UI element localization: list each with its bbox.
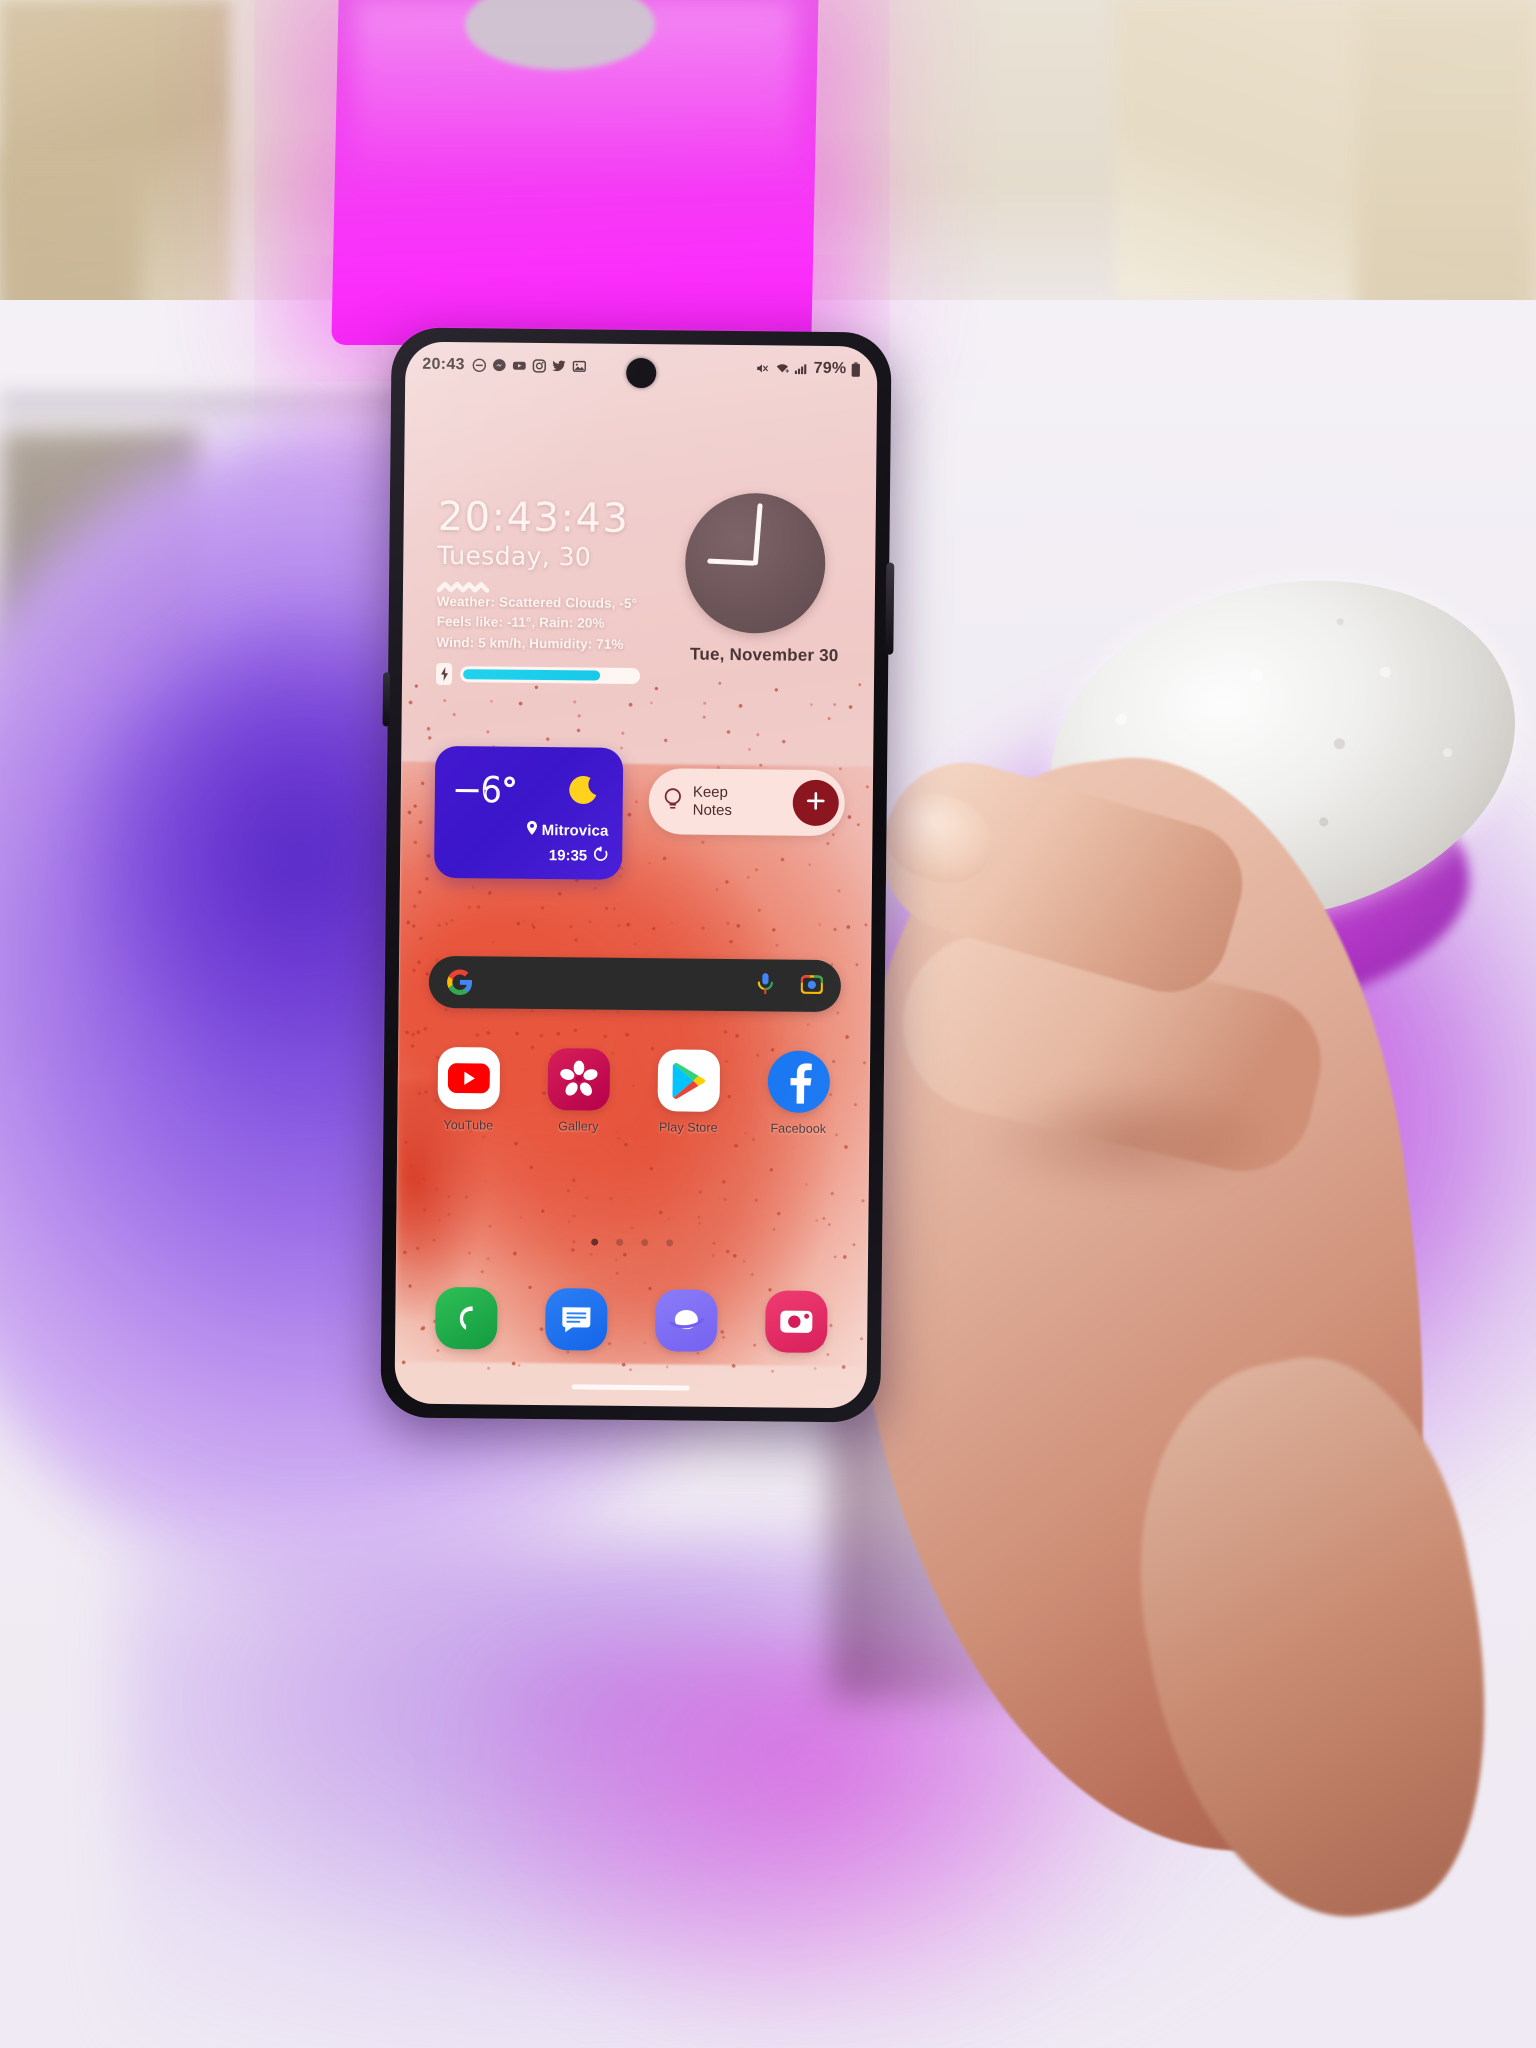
add-note-button[interactable] <box>792 779 840 827</box>
app-label: Gallery <box>558 1119 599 1134</box>
weather-temperature: −6° <box>452 769 518 811</box>
wave-squiggle-icon <box>436 580 493 593</box>
weather-card-widget[interactable]: −6° Mitrovica 19:35 <box>433 745 624 880</box>
refresh-icon[interactable] <box>593 845 608 866</box>
microphone-icon[interactable] <box>756 972 775 999</box>
facebook-icon <box>767 1050 831 1114</box>
weather-update-time: 19:35 <box>548 847 588 865</box>
page-dot[interactable] <box>616 1238 624 1246</box>
page-dot[interactable] <box>591 1238 599 1246</box>
clock-hour-hand <box>707 558 756 566</box>
mute-icon <box>757 361 771 375</box>
battery-percent-label: 79% <box>813 359 847 378</box>
phone-screen[interactable]: 20:43 79% 20:43:43 Tuesday, 30 Weather: … <box>394 341 878 1409</box>
analog-clock-date-label: Tue, November 30 <box>690 644 839 666</box>
crescent-moon-icon <box>565 773 601 809</box>
weather-condition-line: Weather: Scattered Clouds, -5° <box>436 593 638 611</box>
instagram-icon <box>533 359 547 373</box>
location-pin-icon <box>527 820 538 839</box>
app-label: Play Store <box>658 1120 718 1135</box>
status-bar-right: 79% <box>757 359 861 378</box>
app-play-store[interactable]: Play Store <box>640 1049 737 1135</box>
lightbulb-icon <box>663 786 683 817</box>
app-label: YouTube <box>443 1117 494 1133</box>
wifi-icon <box>776 361 790 375</box>
weather-feels-line: Feels like: -11°, Rain: 20% <box>436 614 605 631</box>
twitter-icon <box>552 359 567 373</box>
wall-wood-right-edge <box>1356 0 1536 330</box>
app-grid-row: YouTube Gallery Play Store Facebook <box>413 1046 854 1137</box>
weather-wind-line: Wind: 5 km/h, Humidity: 71% <box>436 634 624 652</box>
battery-progress-track <box>460 665 641 684</box>
youtube-icon <box>513 359 527 373</box>
google-search-bar[interactable] <box>428 955 842 1013</box>
keep-notes-label-line2: Notes <box>692 801 732 819</box>
dock-phone[interactable] <box>418 1286 515 1350</box>
widget-date: Tuesday, 30 <box>437 540 592 572</box>
signal-icon <box>795 362 809 376</box>
battery-progress-fill <box>463 668 601 681</box>
app-label: Facebook <box>770 1121 827 1137</box>
home-gesture-bar[interactable] <box>571 1384 690 1391</box>
google-g-icon <box>447 969 473 995</box>
dock-messages[interactable] <box>528 1288 625 1351</box>
knuckle-shading <box>980 1080 1280 1200</box>
clock-weather-widget[interactable]: 20:43:43 Tuesday, 30 Weather: Scattered … <box>435 493 688 688</box>
dock-internet[interactable] <box>638 1289 735 1352</box>
phone-icon <box>435 1286 498 1350</box>
front-camera-punch-hole <box>626 357 657 389</box>
keep-notes-label-line1: Keep <box>692 783 729 801</box>
page-dot[interactable] <box>641 1239 649 1247</box>
youtube-icon <box>437 1046 501 1110</box>
battery-progress-row <box>435 662 686 688</box>
weather-update-row: 19:35 <box>548 845 609 866</box>
samsung-internet-icon <box>655 1289 718 1352</box>
plus-icon <box>805 789 827 816</box>
do-not-disturb-icon <box>473 358 487 373</box>
battery-icon <box>851 361 860 377</box>
widget-time: 20:43:43 <box>437 493 630 542</box>
charging-bolt-icon <box>435 662 453 685</box>
photo-scene: 20:43 79% 20:43:43 Tuesday, 30 Weather: … <box>0 0 1536 2048</box>
messages-icon <box>545 1288 608 1351</box>
weather-location-name: Mitrovica <box>541 821 609 840</box>
keep-notes-label: Keep Notes <box>693 783 793 821</box>
weather-location-row: Mitrovica <box>527 820 609 840</box>
dock <box>411 1286 852 1354</box>
power-button[interactable] <box>885 562 895 655</box>
notification-icons <box>473 358 587 373</box>
camera-icon <box>765 1290 828 1354</box>
status-bar-clock: 20:43 <box>422 355 465 374</box>
samsung-gallery-icon <box>547 1048 611 1111</box>
gallery-icon <box>573 359 587 373</box>
clock-minute-hand <box>752 503 763 566</box>
google-lens-icon[interactable] <box>800 973 824 998</box>
page-dot[interactable] <box>666 1239 674 1247</box>
play-store-icon <box>657 1049 721 1112</box>
search-bar-actions <box>756 972 824 1000</box>
app-youtube[interactable]: YouTube <box>420 1046 517 1133</box>
analog-clock-widget[interactable] <box>684 492 827 634</box>
keep-notes-widget[interactable]: Keep Notes <box>648 768 846 837</box>
volume-button[interactable] <box>382 672 391 727</box>
smartphone: 20:43 79% 20:43:43 Tuesday, 30 Weather: … <box>380 327 895 1423</box>
app-gallery[interactable]: Gallery <box>530 1048 627 1134</box>
dock-camera[interactable] <box>748 1290 845 1354</box>
messenger-icon <box>493 358 507 372</box>
app-facebook[interactable]: Facebook <box>750 1050 847 1136</box>
